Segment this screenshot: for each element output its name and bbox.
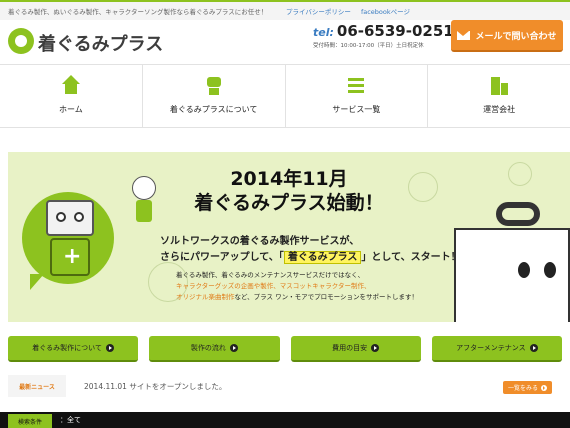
desc-line-3-rest: など、プラス ワン・モアでプロモーションをサポートします！ <box>234 293 418 301</box>
tagline: 着ぐるみ製作、ぬいぐるみ製作、キャラクターソング製作なら着ぐるみプラスにお任せ！ <box>8 8 268 16</box>
business-hours: 受付時間：10:00-17:00（平日）土日祝定休 <box>313 43 424 49</box>
nav-label: 着ぐるみプラスについて <box>169 105 258 114</box>
robot-icon <box>204 75 224 95</box>
top-links: プライバシーポリシー facebookページ <box>278 6 410 16</box>
privacy-link[interactable]: プライバシーポリシー <box>286 8 351 16</box>
lead2-pre: さらにパワーアップして、「 <box>160 252 284 263</box>
nav-label: 運営会社 <box>483 105 516 114</box>
search-label: 検索条件 <box>8 414 52 428</box>
hero-headline-date: 2014年11月 <box>230 168 348 190</box>
nav-label: ホーム <box>58 105 83 114</box>
mail-button-label: メールで問い合わせ <box>475 31 557 42</box>
cat-button-flow[interactable]: 製作の流れ <box>149 336 280 362</box>
arrow-right-icon <box>105 344 114 352</box>
robot-eye <box>518 262 530 278</box>
arrow-right-icon <box>371 344 380 352</box>
big-robot-illustration <box>454 202 570 322</box>
news-label: 最新ニュース <box>8 375 66 397</box>
mascot-robot-body <box>50 238 90 276</box>
tel-digits: 06-6539-0251 <box>336 22 454 40</box>
cat-button-maintenance[interactable]: アフターメンテナンス <box>431 336 562 362</box>
site-logo[interactable]: 着ぐるみプラス <box>8 24 188 58</box>
search-filter-bar: 検索条件 ：全て <box>0 412 570 428</box>
news-item[interactable]: 2014.11.01 サイトをオープンしました。 <box>84 381 226 392</box>
home-icon <box>61 75 81 95</box>
arrow-right-icon <box>229 344 238 352</box>
news-more-button[interactable]: 一覧をみる <box>502 381 552 394</box>
lead2-highlight: 着ぐるみプラス <box>283 251 362 264</box>
nav-item-company[interactable]: 運営会社 <box>428 65 570 127</box>
desc-line-1: 着ぐるみ製作、着ぐるみのメンテナンスサービスだけではなく、 <box>176 271 365 279</box>
desc-line-3: オリジナル楽曲制作など、プラス ワン・モアでプロモーションをサポートします！ <box>176 292 418 303</box>
nav-label: サービス一覧 <box>332 105 381 114</box>
building-icon <box>489 75 509 95</box>
mail-contact-button[interactable]: メールで問い合わせ <box>451 20 563 52</box>
news-bar: 最新ニュース 2014.11.01 サイトをオープンしました。 一覧をみる <box>8 375 562 397</box>
nav-item-about[interactable]: 着ぐるみプラスについて <box>143 65 286 127</box>
hero-lead-1: ソルトワークスの着ぐるみ製作サービスが、 <box>160 236 360 247</box>
nav-item-services[interactable]: サービス一覧 <box>286 65 429 127</box>
hero-lead-2: さらにパワーアップして、「 着ぐるみプラス 」として、スタート！ <box>160 248 461 264</box>
search-value[interactable]: ：全て <box>60 415 81 425</box>
hero-banner[interactable]: 2014年11月 着ぐるみプラス始動！ ソルトワークスの着ぐるみ製作サービスが、… <box>8 152 570 322</box>
cat-button-label: 費用の目安 <box>332 344 368 352</box>
cat-button-label: 着ぐるみ製作について <box>32 344 102 352</box>
envelope-icon <box>457 30 471 40</box>
arrow-right-icon <box>541 384 547 391</box>
windup-key <box>496 202 540 226</box>
hero-headline: 着ぐるみプラス始動！ <box>194 192 384 214</box>
cat-button-cost[interactable]: 費用の目安 <box>290 336 421 362</box>
cat-button-label: 製作の流れ <box>190 344 226 352</box>
tel-number[interactable]: tel: 06-6539-0251 <box>313 22 454 40</box>
nav-item-home[interactable]: ホーム <box>0 65 143 127</box>
news-more-label: 一覧をみる <box>507 385 538 392</box>
hero-description: 着ぐるみ製作、着ぐるみのメンテナンスサービスだけではなく、 キャラクターグッズの… <box>176 270 418 303</box>
lead2-post: 」として、スタート！ <box>361 252 461 263</box>
desc-line-2: キャラクターグッズの企画や製作、マスコットキャラクター制作、 <box>176 282 371 290</box>
desc-line-3-highlight: オリジナル楽曲制作 <box>176 293 235 301</box>
main-nav: ホーム 着ぐるみプラスについて サービス一覧 運営会社 <box>0 64 570 128</box>
tel-block: tel: 06-6539-0251 受付時間：10:00-17:00（平日）土日祝… <box>313 22 454 49</box>
robot-eye <box>544 262 556 278</box>
top-bar: 着ぐるみ製作、ぬいぐるみ製作、キャラクターソング製作なら着ぐるみプラスにお任せ！… <box>0 0 570 20</box>
site-header: 着ぐるみプラス tel: 06-6539-0251 受付時間：10:00-17:0… <box>0 20 570 64</box>
cat-button-production[interactable]: 着ぐるみ製作について <box>8 336 139 362</box>
list-icon <box>348 78 365 95</box>
logo-text: 着ぐるみプラス <box>38 34 164 55</box>
facebook-link[interactable]: facebookページ <box>361 8 410 16</box>
arrow-right-icon <box>529 344 538 352</box>
tel-prefix: tel: <box>313 26 334 39</box>
category-buttons: 着ぐるみ製作について 製作の流れ 費用の目安 アフターメンテナンス <box>8 336 562 362</box>
cat-button-label: アフターメンテナンス <box>456 344 526 352</box>
logo-mark-icon <box>8 28 34 54</box>
